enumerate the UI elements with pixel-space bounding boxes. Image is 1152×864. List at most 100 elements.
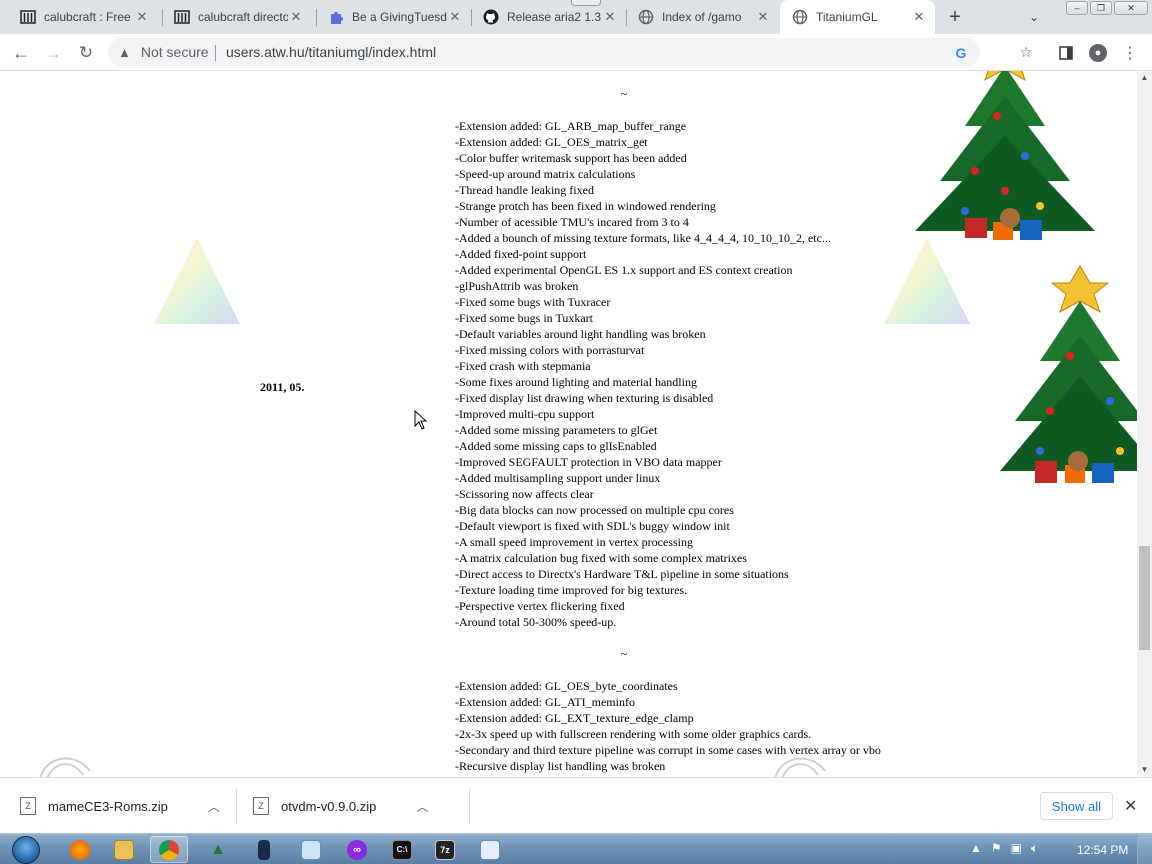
changelog-entry: -Added experimental OpenGL ES 1.x suppor… (455, 263, 793, 277)
chrome-icon[interactable] (150, 836, 188, 863)
github-icon (483, 9, 499, 25)
changelog-entry: -Fixed crash with stepmania (455, 359, 591, 373)
changelog-entry: -Fixed some bugs in Tuxkart (455, 311, 594, 325)
start-button[interactable] (6, 834, 46, 864)
url-text[interactable]: users.atw.hu/titaniumgl/index.html (226, 44, 436, 60)
show-all-button[interactable]: Show all (1040, 792, 1113, 820)
release-date-label: 2011, 05. (260, 380, 305, 394)
tab-titaniumgl[interactable]: TitaniumGL ✕ (780, 0, 935, 34)
bottle-app-icon[interactable] (245, 836, 283, 863)
cmd-icon[interactable]: C:\ (383, 836, 421, 863)
chevron-up-icon[interactable]: ︿ (208, 798, 220, 815)
close-icon[interactable]: ✕ (1124, 796, 1137, 816)
profile-avatar[interactable]: ● (1087, 42, 1109, 64)
mouse-cursor-icon (414, 410, 428, 430)
changelog: -Performs more working again ~ -Extensio… (455, 71, 1015, 774)
changelog-entry: -Direct access to Directx's Hardware T&L… (455, 567, 789, 581)
rainbow-triangle-image (154, 238, 240, 324)
forward-button[interactable]: → (40, 40, 66, 66)
changelog-entry: -Added multisampling support under linux (455, 471, 661, 485)
chevron-down-icon[interactable]: ⌄ (1024, 7, 1044, 27)
security-label: Not secure (140, 44, 209, 60)
close-icon[interactable]: ✕ (288, 9, 304, 25)
7zip-icon[interactable]: 7z (426, 836, 464, 863)
show-desktop-button[interactable] (1137, 834, 1152, 864)
tray-expand-icon[interactable]: ▲ (970, 841, 982, 856)
changelog-entry: -Around total 50-300% speed-up. (455, 615, 617, 629)
purple-app-icon[interactable]: ∞ (338, 836, 376, 863)
menu-kebab-icon[interactable]: ⋮ (1119, 42, 1141, 64)
download-item[interactable]: Z otvdm-v0.9.0.zip ︿ (253, 786, 428, 826)
address-bar[interactable]: ▲ Not secure users.atw.hu/titaniumgl/ind… (108, 38, 980, 67)
tab-title: calubcraft directo (198, 10, 288, 24)
changelog-entry: -Extension added: GL_ARB_map_buffer_rang… (455, 119, 687, 133)
changelog-entry: -Default variables around light handling… (455, 327, 706, 341)
globe-icon (638, 9, 654, 25)
changelog-entry: -Extension added: GL_EXT_texture_edge_cl… (455, 711, 694, 725)
changelog-entry: -Extension added: GL_ATI_meminfo (455, 695, 635, 709)
changelog-entry: -Number of acessible TMU's incared from … (455, 215, 689, 229)
network-icon[interactable]: ▣ (1011, 841, 1022, 856)
tab-givingtuesday[interactable]: Be a GivingTuesd ✕ (316, 0, 471, 34)
changelog-entry: -Secondary and third texture pipeline wa… (455, 743, 881, 757)
vertical-scrollbar[interactable]: ▲ ▼ (1137, 71, 1152, 777)
changelog-entry: -Recursive display list handling was bro… (455, 759, 666, 773)
changelog-entries-top: -Extension added: GL_ARB_map_buffer_rang… (455, 118, 1015, 630)
changelog-entry: -Fixed missing colors with porrasturvat (455, 343, 645, 357)
changelog-entry: -Added some missing parameters to glGet (455, 423, 658, 437)
close-icon[interactable]: ✕ (134, 9, 150, 25)
notepad-icon[interactable] (292, 836, 330, 863)
action-center-flag-icon[interactable]: ⚑ (991, 841, 1002, 856)
security-indicator[interactable]: ▲ Not secure (118, 44, 209, 60)
volume-icon[interactable]: 🔈︎ (1031, 841, 1038, 856)
changelog-entry: -Improved SEGFAULT protection in VBO dat… (455, 455, 722, 469)
side-panel-icon[interactable] (1055, 42, 1077, 64)
close-icon[interactable]: ✕ (755, 9, 771, 25)
new-tab-button[interactable]: + (943, 5, 967, 29)
download-item[interactable]: Z mameCE3-Roms.zip ︿ (20, 786, 220, 826)
changelog-entry: -Texture loading time improved for big t… (455, 583, 688, 597)
minimize-button[interactable]: – (1066, 1, 1088, 15)
chevron-up-icon[interactable]: ︿ (416, 798, 428, 815)
changelog-entry: -Added a bounch of missing texture forma… (455, 231, 831, 245)
archive-icon (20, 9, 36, 25)
scrollbar-thumb[interactable] (1139, 546, 1150, 650)
tab-title: calubcraft : Free (44, 10, 131, 24)
file-explorer-icon[interactable] (105, 836, 143, 863)
firefox-icon[interactable] (61, 836, 99, 863)
reload-button[interactable]: ↻ (73, 40, 99, 66)
tab-aria2-release[interactable]: Release aria2 1.3 ✕ (471, 0, 626, 34)
google-translate-icon[interactable]: G (951, 43, 971, 63)
tab-index-of-gamo[interactable]: Index of /gamo ✕ (626, 0, 779, 34)
scroll-down-arrow-icon[interactable]: ▼ (1137, 763, 1152, 777)
window-close-button[interactable]: ✕ (1114, 1, 1148, 15)
bookmark-star-icon[interactable]: ☆ (1015, 41, 1037, 63)
scroll-up-arrow-icon[interactable]: ▲ (1137, 71, 1152, 85)
changelog-entry: -Fixed display list drawing when texturi… (455, 391, 714, 405)
tab-calubcraft-directory[interactable]: calubcraft directo ✕ (162, 0, 312, 34)
page-viewport[interactable]: 2011, 05. -Performs more working again ~… (0, 71, 1137, 777)
window-app-icon[interactable] (471, 836, 509, 863)
zip-file-icon: Z (253, 797, 269, 815)
changelog-entry: -Speed-up around matrix calculations (455, 167, 636, 181)
person-icon: ● (1089, 44, 1107, 62)
divider (236, 788, 237, 824)
changelog-entry: -Extension added: GL_OES_byte_coordinate… (455, 679, 678, 693)
taskbar-clock[interactable]: 12:54 PM (1077, 843, 1128, 857)
close-icon[interactable]: ✕ (447, 9, 463, 25)
tree-app-icon[interactable]: ▲ (199, 836, 237, 863)
changelog-entry: -Fixed some bugs with Tuxracer (455, 295, 611, 309)
changelog-entry: -Strange protch has been fixed in window… (455, 199, 716, 213)
changelog-entry: -Added fixed-point support (455, 247, 587, 261)
close-icon[interactable]: ✕ (911, 9, 927, 25)
close-icon[interactable]: ✕ (602, 9, 618, 25)
changelog-entry: -Thread handle leaking fixed (455, 183, 594, 197)
changelog-entry: -A matrix calculation bug fixed with som… (455, 551, 747, 565)
back-button[interactable]: ← (8, 40, 34, 66)
maximize-button[interactable]: ❐ (1090, 1, 1112, 15)
archive-icon (174, 9, 190, 25)
changelog-entry: -glPushAttrib was broken (455, 279, 579, 293)
tab-calubcraft-free[interactable]: calubcraft : Free ✕ (8, 0, 158, 34)
